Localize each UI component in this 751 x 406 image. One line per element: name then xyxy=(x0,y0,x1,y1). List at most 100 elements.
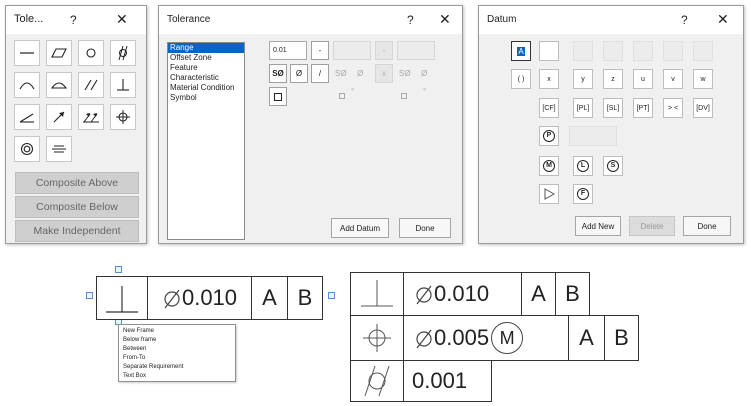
tolerance-value-field[interactable]: 0.01 xyxy=(269,41,307,60)
menu-item-text-box[interactable]: Text Box xyxy=(119,372,235,381)
tolerance-dialog: Tolerance ? ✕ Range Offset Zone Feature … xyxy=(158,5,463,244)
palette-title: Tole... xyxy=(14,13,44,25)
diameter-button[interactable]: Ø xyxy=(290,64,308,83)
done-button[interactable]: Done xyxy=(399,218,451,238)
symmetry-icon[interactable] xyxy=(46,136,72,162)
perpendicularity-icon[interactable] xyxy=(110,72,136,98)
tolerance-type-list[interactable]: Range Offset Zone Feature Characteristic… xyxy=(167,42,245,240)
free-state-button[interactable]: F xyxy=(573,184,593,204)
tolerance-cell[interactable]: 0.010 xyxy=(403,273,521,315)
list-item[interactable]: Offset Zone xyxy=(168,53,244,63)
datum-modifier-u[interactable]: u xyxy=(633,69,653,89)
circularity-icon[interactable] xyxy=(78,40,104,66)
menu-item-from-to[interactable]: From-To xyxy=(119,354,235,363)
list-item[interactable]: Material Condition xyxy=(168,83,244,93)
datum-modifier-sl[interactable]: [SL] xyxy=(603,98,623,118)
datum-modifier-y[interactable]: y xyxy=(573,69,593,89)
datum-modifier-dv[interactable]: [DV] xyxy=(693,98,713,118)
symbol-cell[interactable] xyxy=(97,277,147,319)
datum-modifier-v[interactable]: v xyxy=(663,69,683,89)
tolerance-cell[interactable]: 0.005 M xyxy=(403,316,568,360)
datum-modifier-z[interactable]: z xyxy=(603,69,623,89)
datum-a-cell[interactable]: A xyxy=(568,316,604,360)
list-item[interactable]: Feature xyxy=(168,63,244,73)
add-datum-button[interactable]: Add Datum xyxy=(331,218,389,238)
datum-b-cell[interactable]: B xyxy=(604,316,638,360)
rfs-button[interactable]: S xyxy=(603,156,623,176)
help-button[interactable]: ? xyxy=(407,13,414,27)
datum-modifier-pt[interactable]: [PT] xyxy=(633,98,653,118)
projected-zone-icon: P xyxy=(543,130,555,142)
datum-modifier-cf[interactable]: [CF] xyxy=(539,98,559,118)
title-bar[interactable]: Tole... ? ✕ xyxy=(6,6,146,34)
menu-item-separate-requirement[interactable]: Separate Requirement xyxy=(119,363,235,372)
flatness-icon[interactable] xyxy=(46,40,72,66)
composite-above-button[interactable]: Composite Above xyxy=(15,172,139,194)
datum-cell-selected[interactable]: A xyxy=(511,41,531,61)
square-icon-2 xyxy=(401,93,407,99)
symbol-cell[interactable] xyxy=(351,273,403,315)
datum-a-cell[interactable]: A xyxy=(521,273,555,315)
slash-button[interactable]: / xyxy=(311,64,329,83)
datum-modifier-pl[interactable]: [PL] xyxy=(573,98,593,118)
feature-control-frame[interactable]: 0.010 A B xyxy=(96,276,323,320)
close-button[interactable]: ✕ xyxy=(116,11,128,28)
datum-b-cell[interactable]: B xyxy=(287,277,322,319)
symbol-cell[interactable] xyxy=(351,316,403,360)
title-bar[interactable]: Datum ? ✕ xyxy=(479,6,743,34)
close-button[interactable]: ✕ xyxy=(439,11,451,28)
datum-modifier-w[interactable]: w xyxy=(693,69,713,89)
frame-row-2[interactable]: 0.005 M A B xyxy=(350,315,639,361)
make-independent-button[interactable]: Make Independent xyxy=(15,220,139,242)
parallelism-icon[interactable] xyxy=(78,72,104,98)
add-new-button[interactable]: Add New xyxy=(575,216,621,236)
spherical-diameter-button[interactable]: SØ xyxy=(269,64,287,83)
projected-zone-button[interactable]: P xyxy=(539,126,559,146)
profile-surface-icon[interactable] xyxy=(46,72,72,98)
square-button[interactable] xyxy=(269,87,287,106)
tolerance-palette: Tole... ? ✕ Composite Above Composite Be… xyxy=(5,5,147,244)
frame-handle-right[interactable] xyxy=(328,292,335,299)
datum-cell xyxy=(663,41,683,61)
menu-item-between[interactable]: Between xyxy=(119,345,235,354)
minus-button[interactable]: - xyxy=(311,41,329,60)
help-button[interactable]: ? xyxy=(681,13,688,27)
tolerance-cell[interactable]: 0.010 xyxy=(147,277,251,319)
close-button[interactable]: ✕ xyxy=(717,11,729,28)
tolerance-cell[interactable]: 0.001 xyxy=(403,361,491,401)
profile-line-icon[interactable] xyxy=(14,72,40,98)
symbol-cell[interactable] xyxy=(351,361,403,401)
straightness-icon[interactable] xyxy=(14,40,40,66)
perpendicularity-icon xyxy=(361,280,393,307)
datum-cell[interactable] xyxy=(539,41,559,61)
datum-b-cell[interactable]: B xyxy=(555,273,589,315)
list-item[interactable]: Characteristic xyxy=(168,73,244,83)
lmc-button[interactable]: L xyxy=(573,156,593,176)
position-icon[interactable] xyxy=(110,104,136,130)
frame-handle-left[interactable] xyxy=(86,292,93,299)
total-runout-icon[interactable] xyxy=(78,104,104,130)
list-item[interactable]: Range xyxy=(168,43,244,53)
menu-item-below-frame[interactable]: Below frame xyxy=(119,336,235,345)
datum-modifier-x[interactable]: x xyxy=(539,69,559,89)
datum-a-cell[interactable]: A xyxy=(251,277,287,319)
frame-handle-top[interactable] xyxy=(115,266,122,273)
play-triangle-button[interactable] xyxy=(539,184,559,204)
concentricity-icon[interactable] xyxy=(14,136,40,162)
frame-row-1[interactable]: 0.010 A B xyxy=(350,272,590,316)
composite-below-button[interactable]: Composite Below xyxy=(15,196,139,218)
datum-modifier-translation[interactable]: > < xyxy=(663,98,683,118)
datum-modifier-paren[interactable]: ( ) xyxy=(511,69,531,89)
list-item[interactable]: Symbol xyxy=(168,93,244,103)
cylindricity-icon[interactable] xyxy=(110,40,136,66)
datum-a-label: A xyxy=(262,285,277,310)
circular-runout-icon[interactable] xyxy=(46,104,72,130)
help-button[interactable]: ? xyxy=(70,13,77,27)
done-button[interactable]: Done xyxy=(683,216,731,236)
title-bar[interactable]: Tolerance ? ✕ xyxy=(159,6,462,34)
menu-item-new-frame[interactable]: New Frame xyxy=(119,327,235,336)
datum-dialog: Datum ? ✕ A ( ) x y z u v w [CF] [PL] [S… xyxy=(478,5,744,244)
angularity-icon[interactable] xyxy=(14,104,40,130)
frame-row-3[interactable]: 0.001 xyxy=(350,360,492,402)
mmc-button[interactable]: M xyxy=(539,156,559,176)
